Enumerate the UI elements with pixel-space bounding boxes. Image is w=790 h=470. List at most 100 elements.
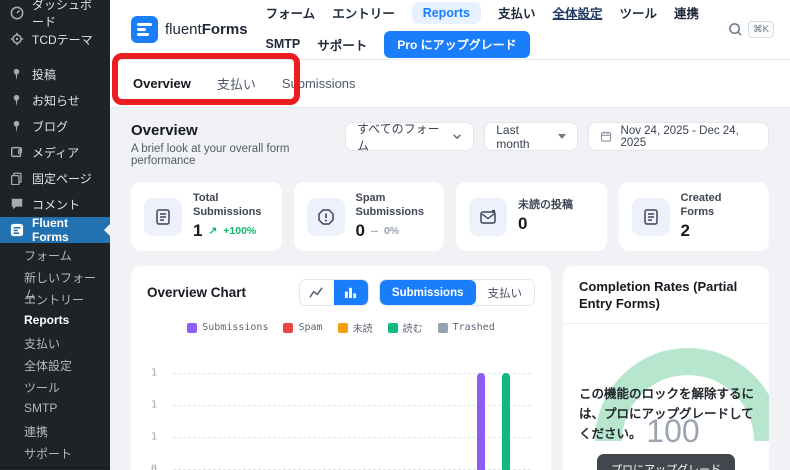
- legend-swatch: [387, 322, 398, 333]
- mail-unread-icon: [469, 197, 507, 236]
- legend-item[interactable]: Trashed: [437, 320, 495, 335]
- sidebar-item-posts[interactable]: 投稿: [0, 61, 110, 87]
- pin-icon: [9, 93, 24, 108]
- nav-integrations[interactable]: 連携: [674, 3, 699, 22]
- stat-value: 0: [355, 221, 365, 241]
- tab-overview[interactable]: Overview: [133, 60, 191, 107]
- tab-submissions[interactable]: Submissions: [282, 60, 356, 107]
- y-axis-tick: 0: [151, 463, 158, 470]
- chart-type-toggle: [298, 279, 369, 306]
- series-tab-submissions[interactable]: Submissions: [379, 280, 476, 305]
- sidebar-item-label: TCDテーマ: [32, 32, 93, 47]
- upgrade-to-pro-button[interactable]: Pro にアップグレード: [384, 30, 530, 58]
- comment-icon: [9, 197, 24, 212]
- pin-icon: [9, 119, 24, 134]
- search-shortcut-badge: ⌘K: [748, 21, 774, 38]
- stat-label: Created Forms: [680, 191, 722, 218]
- sidebar-subitem-payments[interactable]: 支払い: [0, 331, 110, 353]
- tab-payments[interactable]: 支払い: [217, 60, 256, 107]
- legend-swatch: [337, 322, 348, 333]
- completion-rates-card: Completion Rates (Partial Entry Forms) 1…: [563, 266, 769, 470]
- caret-down-icon: [558, 134, 567, 139]
- sidebar-item-label: お知らせ: [32, 93, 80, 108]
- sidebar-item-news[interactable]: お知らせ: [0, 87, 110, 113]
- sidebar-subitem-support[interactable]: サポート: [0, 441, 110, 463]
- media-icon: [9, 145, 24, 160]
- pages-icon: [9, 171, 24, 186]
- sidebar-subitem-integrations[interactable]: 連携: [0, 419, 110, 441]
- stat-card-unread-entries: 未読の投稿 0: [456, 182, 607, 251]
- overview-content: Overview A brief look at your overall fo…: [110, 108, 790, 470]
- sidebar-item-pages[interactable]: 固定ページ: [0, 165, 110, 191]
- bar-submissions: [477, 373, 485, 470]
- spam-octagon-icon: [306, 197, 345, 236]
- filters: すべてのフォーム Last month Nov 24, 2025 - Dec 2…: [344, 121, 769, 153]
- stat-label: 未読の投稿: [518, 198, 573, 211]
- completion-card-title: Completion Rates (Partial Entry Forms): [563, 279, 769, 324]
- bar-chart-icon[interactable]: [333, 280, 368, 305]
- sidebar-item-label: ブログ: [32, 119, 69, 134]
- header-nav: フォーム エントリー Reports 支払い 全体設定 ツール 連携 SMTP …: [266, 1, 718, 58]
- wp-admin-sidebar: ダッシュボード TCDテーマ 投稿 お知らせ ブログ メディア 固定ページ コメ…: [0, 0, 110, 470]
- nav-smtp[interactable]: SMTP: [266, 37, 301, 51]
- legend-item[interactable]: Submissions: [187, 320, 268, 335]
- pro-lock-message: この機能のロックを解除するには、プロにアップグレードしてください。: [579, 387, 755, 441]
- sidebar-subitem-tools[interactable]: ツール: [0, 375, 110, 397]
- gear-icon: [9, 32, 24, 47]
- overview-header: Overview A brief look at your overall fo…: [131, 122, 769, 167]
- sidebar-item-dashboard[interactable]: ダッシュボード: [0, 0, 110, 29]
- legend-item[interactable]: Spam: [283, 320, 323, 335]
- upgrade-to-pro-button[interactable]: プロにアップグレード: [597, 454, 735, 470]
- sidebar-subitem-global-settings[interactable]: 全体設定: [0, 353, 110, 375]
- form-filter-value: すべてのフォーム: [356, 121, 440, 153]
- sidebar-subitem-entries[interactable]: エントリー: [0, 287, 110, 309]
- legend-swatch: [437, 322, 448, 333]
- y-axis-tick: 1: [151, 431, 158, 443]
- calendar-icon: [601, 131, 612, 142]
- sidebar-item-label: メディア: [32, 145, 80, 160]
- pin-icon: [9, 67, 24, 82]
- sidebar-subitem-smtp[interactable]: SMTP: [0, 397, 110, 419]
- reports-tabbar: Overview 支払い Submissions: [110, 60, 790, 108]
- sidebar-item-comments[interactable]: コメント: [0, 191, 110, 217]
- nav-global-settings[interactable]: 全体設定: [552, 3, 602, 22]
- date-range-value: Nov 24, 2025 - Dec 24, 2025: [620, 124, 739, 149]
- nav-entries[interactable]: エントリー: [332, 3, 395, 22]
- sidebar-subitem-forms[interactable]: フォーム: [0, 243, 110, 265]
- nav-forms[interactable]: フォーム: [266, 3, 316, 22]
- sidebar-subitem-reports[interactable]: Reports: [0, 309, 110, 331]
- sidebar-subitem-new-form[interactable]: 新しいフォーム: [0, 265, 110, 302]
- global-search[interactable]: ⌘K: [728, 21, 774, 38]
- stats-row: Total Submissions 1 ↗ +100% Spam Submiss…: [131, 182, 769, 251]
- line-chart-icon[interactable]: [299, 280, 334, 305]
- overview-chart-card: Overview Chart Submissions 支払い Submissio…: [131, 266, 551, 470]
- chart-title: Overview Chart: [147, 285, 247, 300]
- sidebar-item-fluent-forms[interactable]: Fluent Forms: [0, 216, 110, 244]
- legend-item[interactable]: 未読: [337, 320, 373, 335]
- fluent-forms-logo[interactable]: fluentForms: [131, 16, 248, 43]
- fluent-forms-header: fluentForms フォーム エントリー Reports 支払い 全体設定 …: [110, 0, 790, 60]
- nav-payments[interactable]: 支払い: [498, 3, 536, 22]
- chevron-down-icon: [453, 134, 462, 140]
- form-filter-select[interactable]: すべてのフォーム: [344, 121, 475, 153]
- date-range-picker[interactable]: Nov 24, 2025 - Dec 24, 2025: [588, 122, 769, 151]
- nav-support[interactable]: サポート: [317, 35, 367, 54]
- nav-tools[interactable]: ツール: [619, 3, 657, 22]
- trend-up-icon: ↗: [208, 225, 218, 238]
- sidebar-item-label: 投稿: [32, 67, 57, 82]
- bar-read: [502, 373, 510, 470]
- dashboard-icon: [9, 6, 24, 21]
- period-filter-select[interactable]: Last month: [484, 122, 579, 151]
- y-axis-tick: 1: [151, 367, 158, 379]
- document-icon: [631, 197, 670, 236]
- sidebar-item-blog[interactable]: ブログ: [0, 113, 110, 139]
- fluent-forms-logo-icon: [131, 16, 158, 43]
- nav-reports[interactable]: Reports: [411, 1, 481, 24]
- page-subtitle: A brief look at your overall form perfor…: [131, 143, 290, 167]
- legend-swatch: [187, 322, 198, 333]
- series-tab-payments[interactable]: 支払い: [475, 280, 534, 305]
- sidebar-item-media[interactable]: メディア: [0, 139, 110, 165]
- legend-item[interactable]: 読む: [387, 320, 423, 335]
- stat-label: Total Submissions: [193, 191, 262, 218]
- sidebar-item-tcd-theme[interactable]: TCDテーマ: [0, 26, 110, 52]
